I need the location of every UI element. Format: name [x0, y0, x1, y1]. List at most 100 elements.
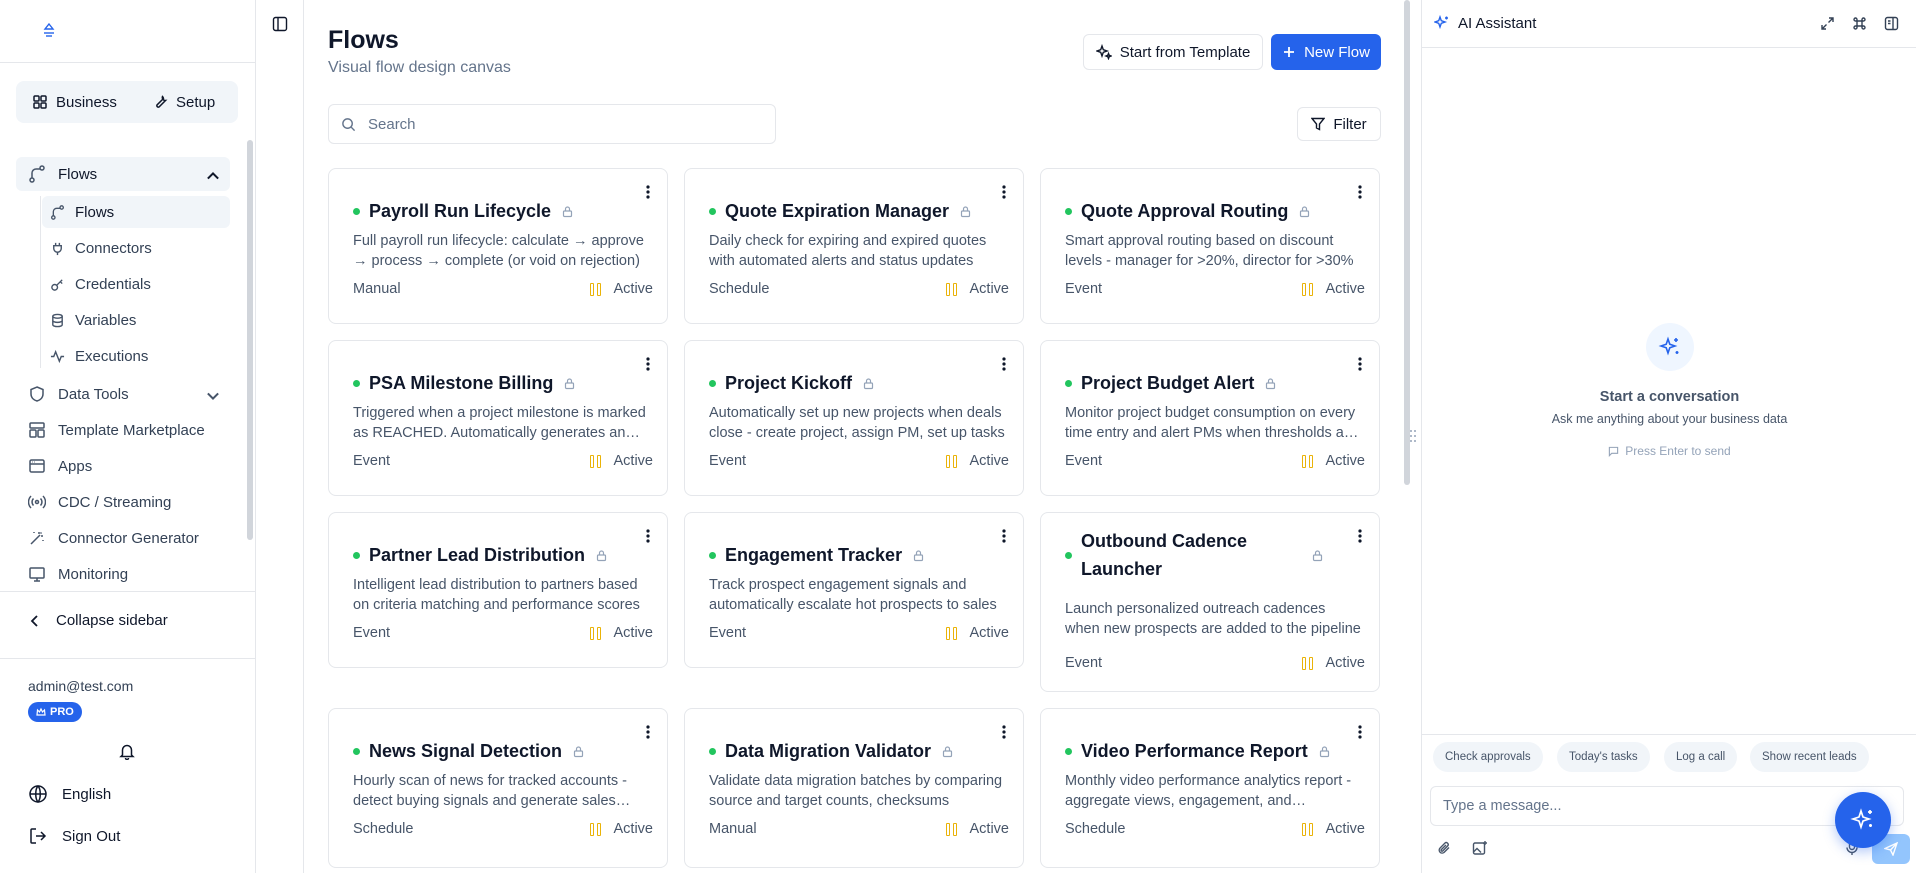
command-icon[interactable]	[1852, 16, 1867, 31]
flow-status: Active	[1301, 655, 1365, 671]
quick-prompt-show-recent-leads[interactable]: Show recent leads	[1750, 742, 1869, 772]
language-selector[interactable]: English	[28, 784, 111, 804]
more-vertical-icon[interactable]	[1351, 183, 1369, 201]
flow-card[interactable]: News Signal Detection Hourly scan of news…	[328, 708, 668, 868]
pause-icon[interactable]	[589, 626, 602, 640]
logo-icon[interactable]	[40, 22, 58, 40]
flow-card[interactable]: Project Budget Alert Monitor project budg…	[1040, 340, 1380, 496]
new-flow-button[interactable]: New Flow	[1271, 34, 1381, 70]
pause-icon[interactable]	[945, 626, 958, 640]
grip-vertical-icon[interactable]	[1409, 428, 1417, 444]
sidebar-item-flows[interactable]: Flows	[42, 196, 230, 228]
sidebar-item-connector-generator[interactable]: Connector Generator	[16, 521, 230, 555]
collapse-sidebar-button[interactable]: Collapse sidebar	[28, 612, 168, 629]
flow-card[interactable]: Quote Expiration Manager Daily check for …	[684, 168, 1024, 324]
mode-tab-setup[interactable]: Setup	[152, 87, 215, 117]
pause-icon[interactable]	[945, 454, 958, 468]
pause-icon[interactable]	[945, 282, 958, 296]
ai-panel-title: AI Assistant	[1458, 15, 1537, 32]
sidebar-item-flows-group[interactable]: Flows	[16, 157, 230, 191]
status-dot	[709, 551, 716, 559]
status-dot	[353, 551, 360, 559]
quick-prompt-log-a-call[interactable]: Log a call	[1664, 742, 1738, 772]
sidebar-item-credentials[interactable]: Credentials	[42, 268, 230, 300]
flow-card[interactable]: Quote Approval Routing Smart approval rou…	[1040, 168, 1380, 324]
search-field[interactable]	[328, 104, 776, 144]
more-vertical-icon[interactable]	[639, 527, 657, 545]
quick-prompt-todays-tasks[interactable]: Today's tasks	[1557, 742, 1650, 772]
sidebar-item-connectors[interactable]: Connectors	[42, 232, 230, 264]
more-vertical-icon[interactable]	[995, 723, 1013, 741]
flow-card-header: Engagement Tracker	[709, 541, 979, 569]
more-vertical-icon[interactable]	[639, 723, 657, 741]
lock-icon	[912, 549, 925, 562]
sidebar-scrollbar[interactable]	[247, 140, 253, 540]
quick-prompt-check-approvals[interactable]: Check approvals	[1433, 742, 1543, 772]
panel-left-icon[interactable]	[272, 16, 288, 32]
image-plus-icon[interactable]	[1472, 840, 1488, 856]
sign-out-button[interactable]: Sign Out	[28, 826, 120, 846]
pause-icon[interactable]	[1301, 454, 1314, 468]
flow-card[interactable]: PSA Milestone Billing Triggered when a pr…	[328, 340, 668, 496]
mode-tab-business[interactable]: Business	[32, 87, 117, 117]
flow-status: Active	[589, 453, 653, 469]
pause-icon[interactable]	[945, 822, 958, 836]
lock-icon	[1264, 377, 1277, 390]
status-dot	[1065, 551, 1072, 559]
more-vertical-icon[interactable]	[1351, 527, 1369, 545]
pause-icon[interactable]	[589, 822, 602, 836]
hint-text: Press Enter to send	[1625, 444, 1731, 458]
sidebar-item-label: CDC / Streaming	[58, 493, 172, 511]
pause-icon[interactable]	[1301, 282, 1314, 296]
sidebar-item-template-marketplace[interactable]: Template Marketplace	[16, 413, 230, 447]
flow-status-label: Active	[1325, 821, 1366, 837]
message-input[interactable]	[1443, 798, 1823, 814]
start-from-template-button[interactable]: Start from Template	[1083, 34, 1263, 70]
pause-icon[interactable]	[589, 282, 602, 296]
mode-tab-label: Business	[56, 93, 117, 111]
bell-icon[interactable]	[118, 742, 136, 760]
main-scrollbar[interactable]	[1404, 0, 1410, 485]
more-vertical-icon[interactable]	[995, 183, 1013, 201]
sidebar-item-executions[interactable]: Executions	[42, 340, 230, 372]
flow-card[interactable]: Video Performance Report Monthly video pe…	[1040, 708, 1380, 868]
sidebar-item-data-tools[interactable]: Data Tools	[16, 377, 230, 411]
sidebar-item-variables[interactable]: Variables	[42, 304, 230, 336]
flow-card[interactable]: Engagement Tracker Track prospect engagem…	[684, 512, 1024, 668]
flow-card[interactable]: Outbound Cadence Launcher Launch personal…	[1040, 512, 1380, 692]
pause-icon[interactable]	[589, 454, 602, 468]
sidebar-item-apps[interactable]: Apps	[16, 449, 230, 483]
flow-description: Hourly scan of news for tracked accounts…	[353, 773, 628, 809]
pause-icon[interactable]	[1301, 656, 1314, 670]
chevron-down-icon	[204, 387, 219, 401]
maximize-icon[interactable]	[1820, 16, 1835, 31]
search-input[interactable]	[368, 115, 748, 133]
more-vertical-icon[interactable]	[995, 355, 1013, 373]
flow-status: Active	[945, 821, 1009, 837]
filter-button[interactable]: Filter	[1297, 107, 1381, 141]
search-icon	[341, 117, 356, 132]
more-vertical-icon[interactable]	[1351, 723, 1369, 741]
activity-icon	[50, 349, 65, 364]
lock-icon	[862, 377, 875, 390]
more-vertical-icon[interactable]	[995, 527, 1013, 545]
flow-card[interactable]: Partner Lead Distribution Intelligent lea…	[328, 512, 668, 668]
pause-icon[interactable]	[1301, 822, 1314, 836]
ai-empty-subtitle: Ask me anything about your business data	[1551, 412, 1788, 426]
message-field[interactable]	[1430, 786, 1904, 826]
more-vertical-icon[interactable]	[1351, 355, 1369, 373]
more-vertical-icon[interactable]	[639, 355, 657, 373]
flow-status-label: Active	[969, 281, 1010, 297]
more-vertical-icon[interactable]	[639, 183, 657, 201]
panel-right-icon[interactable]	[1884, 16, 1899, 31]
flow-card[interactable]: Project Kickoff Automatically set up new …	[684, 340, 1024, 496]
flow-trigger: Event	[353, 625, 391, 641]
sparkles-icon	[1095, 44, 1112, 60]
sidebar-item-cdc-streaming[interactable]: CDC / Streaming	[16, 485, 230, 519]
flow-card[interactable]: Data Migration Validator Validate data mi…	[684, 708, 1024, 868]
paperclip-icon[interactable]	[1436, 840, 1452, 856]
mode-tab-label: Setup	[176, 93, 216, 111]
sidebar-item-monitoring[interactable]: Monitoring	[16, 557, 230, 591]
flow-card[interactable]: Payroll Run Lifecycle Full payroll run li…	[328, 168, 668, 324]
ai-assistant-fab[interactable]	[1835, 792, 1891, 848]
